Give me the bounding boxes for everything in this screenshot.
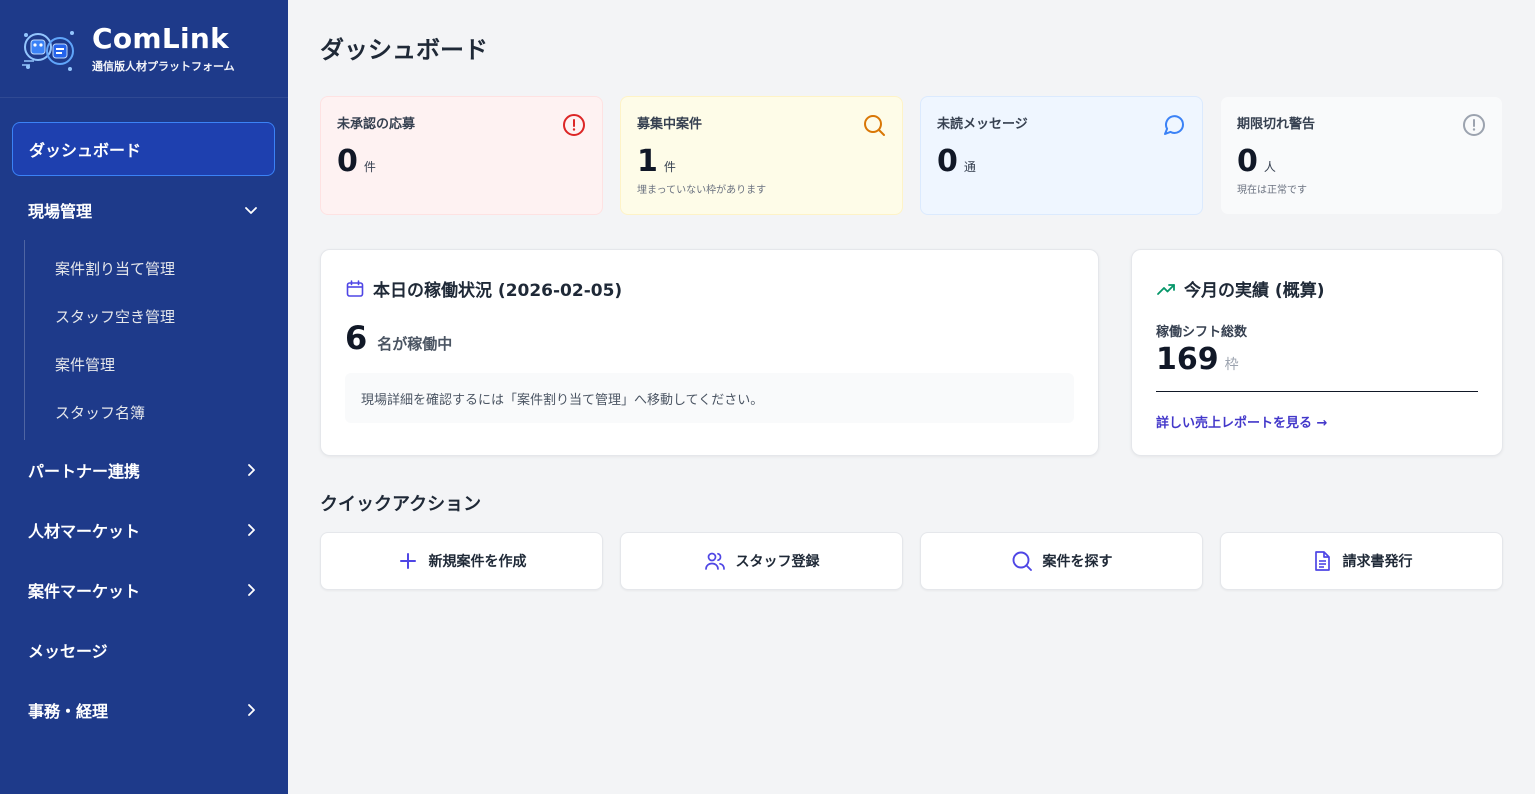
- sidebar-item-label: 案件マーケット: [28, 582, 141, 601]
- quick-actions-title: クイックアクション: [320, 494, 482, 515]
- total-shifts-label: 稼働シフト総数: [1156, 325, 1248, 340]
- sidebar-item-label: パートナー連携: [28, 462, 141, 481]
- stat-value: 0: [1237, 144, 1258, 179]
- stat-card-open-jobs[interactable]: 募集中案件 1 件 埋まっていない枠があります: [620, 96, 903, 215]
- today-status-title: 本日の稼働状況 (2026-02-05): [373, 281, 623, 301]
- sidebar-item-label: 現場管理: [28, 202, 93, 221]
- chevron-right-icon: [248, 704, 255, 716]
- monthly-performance-card: 今月の実績 (概算) 稼働シフト総数 169 枠 詳しい売上レポートを見る →: [1131, 249, 1503, 456]
- sidebar-nav: ダッシュボード 現場管理 案件割り当て管理 スタッフ空き管理 案件管理 スタッフ…: [0, 98, 288, 740]
- search-icon: [864, 115, 885, 136]
- search-jobs-button[interactable]: 案件を探す: [920, 532, 1203, 590]
- create-job-button[interactable]: 新規案件を作成: [320, 532, 603, 590]
- sidebar: ComLink 通信版人材プラットフォーム ダッシュボード 現場管理 案件割り当…: [0, 0, 288, 794]
- sidebar-item-label: 事務・経理: [28, 702, 109, 721]
- stat-title: 募集中案件: [637, 117, 703, 132]
- plus-icon: [399, 553, 416, 569]
- issue-invoice-button[interactable]: 請求書発行: [1220, 532, 1503, 590]
- chevron-right-icon: [248, 584, 255, 596]
- brand-subtitle: 通信版人材プラットフォーム: [92, 59, 235, 73]
- chevron-down-icon: [245, 207, 257, 214]
- today-info-box: 現場詳細を確認するには「案件割り当て管理」へ移動してください。: [345, 373, 1074, 423]
- chevron-right-icon: [248, 464, 255, 476]
- alert-circle-icon: [563, 114, 585, 136]
- brand-name: ComLink: [92, 21, 230, 55]
- stat-value: 1: [637, 144, 658, 179]
- sidebar-item-partner[interactable]: パートナー連携: [0, 440, 288, 500]
- sidebar-item-label: 人材マーケット: [28, 522, 141, 541]
- sidebar-subitem-staff-availability[interactable]: スタッフ空き管理: [25, 292, 288, 340]
- stat-value: 0: [937, 144, 958, 179]
- button-label: 請求書発行: [1342, 554, 1413, 570]
- sidebar-item-accounting[interactable]: 事務・経理: [0, 680, 288, 740]
- sidebar-subitem-assignment[interactable]: 案件割り当て管理: [25, 244, 288, 292]
- search-icon: [1012, 551, 1032, 571]
- today-status-card: 本日の稼働状況 (2026-02-05) 6 名が稼働中 現場詳細を確認するには…: [320, 249, 1099, 456]
- comlink-logo-icon: [22, 30, 74, 71]
- sidebar-item-label: メッセージ: [28, 642, 108, 661]
- stat-note: 現在は正常です: [1237, 185, 1307, 196]
- total-shifts-value: 169: [1156, 342, 1219, 377]
- monthly-performance-title: 今月の実績 (概算): [1184, 281, 1325, 301]
- sidebar-item-talent-market[interactable]: 人材マーケット: [0, 500, 288, 560]
- sidebar-subitem-jobs[interactable]: 案件管理: [25, 340, 288, 388]
- page-title: ダッシュボード: [320, 36, 488, 64]
- message-circle-icon: [1164, 115, 1184, 135]
- button-label: 新規案件を作成: [428, 554, 527, 570]
- stat-unit: 件: [363, 160, 376, 174]
- sidebar-item-job-market[interactable]: 案件マーケット: [0, 560, 288, 620]
- button-label: 案件を探す: [1042, 554, 1113, 570]
- button-label: スタッフ登録: [735, 554, 820, 570]
- calendar-icon: [346, 279, 364, 297]
- stat-unit: 通: [963, 160, 976, 174]
- sidebar-item-dashboard[interactable]: ダッシュボード: [12, 122, 275, 176]
- register-staff-button[interactable]: スタッフ登録: [620, 532, 903, 590]
- stat-note: 埋まっていない枠があります: [637, 185, 767, 196]
- brand[interactable]: ComLink 通信版人材プラットフォーム: [0, 0, 288, 98]
- stat-title: 未承認の応募: [337, 117, 416, 132]
- stat-title: 未読メッセージ: [937, 117, 1028, 132]
- active-staff-label: 名が稼働中: [377, 335, 453, 353]
- active-staff-count: 6: [345, 319, 368, 357]
- stat-card-unread-messages[interactable]: 未読メッセージ 0 通: [920, 96, 1203, 215]
- sidebar-subitem-staff-roster[interactable]: スタッフ名簿: [25, 388, 288, 436]
- stat-unit: 人: [1263, 160, 1276, 174]
- trending-up-icon: [1157, 283, 1175, 295]
- sidebar-item-messages[interactable]: メッセージ: [0, 620, 288, 680]
- users-icon: [704, 552, 725, 570]
- sidebar-subnav-genba: 案件割り当て管理 スタッフ空き管理 案件管理 スタッフ名簿: [24, 240, 288, 440]
- sales-report-link[interactable]: 詳しい売上レポートを見る →: [1156, 412, 1478, 431]
- chevron-right-icon: [248, 524, 255, 536]
- stat-card-expiry-warnings[interactable]: 期限切れ警告 0 人 現在は正常です: [1220, 96, 1503, 215]
- alert-circle-icon: [1463, 114, 1485, 136]
- stat-title: 期限切れ警告: [1237, 117, 1316, 132]
- stat-value: 0: [337, 144, 358, 179]
- stat-card-pending-applications[interactable]: 未承認の応募 0 件: [320, 96, 603, 215]
- file-text-icon: [1314, 551, 1330, 571]
- stat-unit: 件: [663, 160, 676, 174]
- total-shifts-unit: 枠: [1224, 357, 1239, 373]
- main-content: ダッシュボード 未承認の応募 0 件 募集中案件 1 件 埋まっていない枠があり…: [288, 0, 1535, 794]
- sidebar-item-genba[interactable]: 現場管理: [0, 180, 288, 240]
